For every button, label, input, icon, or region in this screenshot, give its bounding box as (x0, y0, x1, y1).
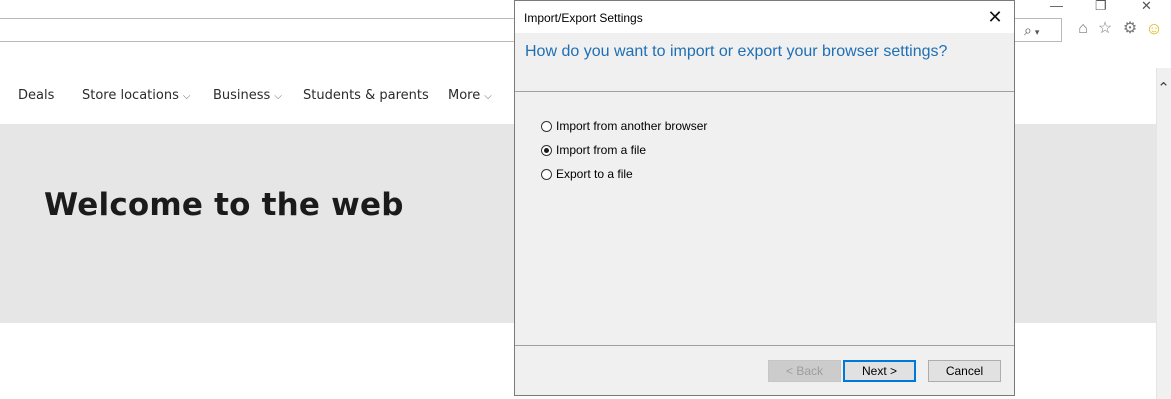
page-scrollbar[interactable] (1156, 68, 1171, 399)
dialog-header: How do you want to import or export your… (515, 33, 1014, 92)
dialog-titlebar: Import/Export Settings ✕ (515, 1, 1014, 33)
nav-item-deals[interactable]: Deals (18, 88, 54, 103)
next-button[interactable]: Next > (843, 360, 916, 382)
radio-button[interactable] (541, 144, 552, 156)
hero-title: Welcome to the web (44, 187, 404, 223)
minimize-button[interactable]: — (1050, 0, 1063, 12)
gear-icon[interactable]: ⚙ (1121, 20, 1139, 38)
nav-label: More (448, 88, 481, 103)
dialog-title: Import/Export Settings (524, 11, 643, 25)
close-icon[interactable]: ✕ (982, 5, 1008, 29)
nav-item-more[interactable]: More ⌵ (448, 88, 492, 103)
chevron-down-icon: ⌵ (484, 91, 492, 102)
back-button[interactable]: < Back (768, 360, 841, 382)
nav-item-business[interactable]: Business ⌵ (213, 88, 282, 103)
radio-button[interactable] (541, 168, 552, 180)
chevron-down-icon: ⌵ (182, 91, 191, 102)
radio-label: Import from another browser (556, 119, 708, 133)
home-icon[interactable]: ⌂ (1074, 20, 1092, 38)
radio-button[interactable] (541, 120, 552, 132)
nav-item-students-parents[interactable]: Students & parents (303, 88, 429, 103)
dialog-question: How do you want to import or export your… (525, 43, 948, 60)
radio-label: Export to a file (556, 167, 633, 181)
chevron-down-icon: ⌵ (274, 91, 282, 102)
nav-label: Students & parents (303, 88, 429, 103)
radio-import-file[interactable]: Import from a file (541, 142, 646, 158)
smiley-icon[interactable]: ☺ (1145, 20, 1163, 38)
radio-label: Import from a file (556, 143, 647, 157)
cancel-button[interactable]: Cancel (928, 360, 1001, 382)
search-icon: ⌕ (1024, 22, 1032, 38)
nav-item-store-locations[interactable]: Store locations ⌵ (82, 88, 190, 103)
star-icon[interactable]: ☆ (1096, 20, 1114, 38)
scroll-up-icon[interactable]: ⌃ (1156, 80, 1171, 98)
nav-label: Store locations (82, 88, 179, 103)
import-export-dialog: Import/Export Settings ✕ How do you want… (514, 0, 1015, 396)
nav-label: Deals (18, 88, 55, 103)
close-window-button[interactable]: ✕ (1141, 0, 1152, 12)
radio-export-file[interactable]: Export to a file (541, 166, 633, 182)
restore-button[interactable]: ❐ (1095, 0, 1107, 12)
address-search-button[interactable]: ⌕ ▾ (1024, 20, 1062, 40)
nav-label: Business (213, 88, 271, 103)
search-dropdown-icon: ▾ (1034, 27, 1040, 37)
dialog-separator (515, 345, 1014, 346)
radio-import-browser[interactable]: Import from another browser (541, 118, 707, 134)
